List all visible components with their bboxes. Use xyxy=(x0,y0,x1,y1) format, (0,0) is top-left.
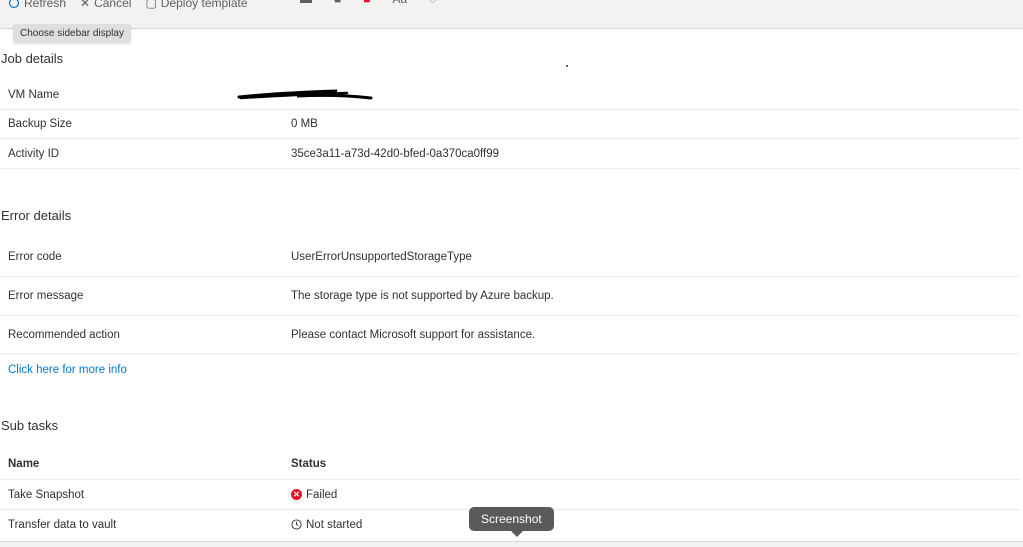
detail-key: Error code xyxy=(8,251,62,263)
stray-dot xyxy=(566,65,568,67)
border-color-icon[interactable]: ■ xyxy=(334,0,341,6)
detail-value: The storage type is not supported by Azu… xyxy=(291,290,554,302)
command-bar-buttons: Refresh ✕ Cancel ▢ Deploy template xyxy=(0,0,262,12)
task-status-label: Not started xyxy=(306,518,363,531)
deploy-template-button[interactable]: ▢ Deploy template xyxy=(145,0,247,10)
error-details-title: Error details xyxy=(1,208,72,223)
detail-row: Backup Size 0 MB xyxy=(0,110,1020,139)
sidebar-tooltip: Choose sidebar display xyxy=(13,24,131,43)
detail-row: Error code UserErrorUnsupportedStorageTy… xyxy=(0,238,1020,277)
bottom-edge xyxy=(0,541,1023,547)
detail-value: 35ce3a11-a73d-42d0-bfed-0a370ca0ff99 xyxy=(291,147,500,160)
comment-icon[interactable]: ◌ xyxy=(429,0,436,6)
command-bar: Refresh ✕ Cancel ▢ Deploy template ▬ ■ ■… xyxy=(0,0,1023,29)
detail-value: 0 MB xyxy=(291,118,318,130)
refresh-icon xyxy=(8,0,20,9)
fill-color-icon[interactable]: ■ xyxy=(363,0,370,6)
column-header-status[interactable]: Status xyxy=(291,458,326,470)
font-button[interactable]: Aa xyxy=(393,0,408,6)
detail-row: Activity ID 35ce3a11-a73d-42d0-bfed-0a37… xyxy=(0,139,1020,169)
detail-row: VM Name xyxy=(0,81,1020,110)
job-details-title: Job details xyxy=(1,51,64,66)
close-icon: ✕ xyxy=(80,0,91,10)
detail-row: Recommended action Please contact Micros… xyxy=(0,316,1020,354)
line-weight-icon[interactable]: ▬ xyxy=(300,0,312,6)
detail-key: Error message xyxy=(8,290,84,302)
task-status: Not started xyxy=(291,519,362,531)
table-row[interactable]: Take Snapshot ✕ Failed xyxy=(0,480,1020,510)
table-header-row: Name Status xyxy=(0,448,1020,480)
error-x-icon: ✕ xyxy=(291,489,302,500)
detail-value: Please contact Microsoft support for ass… xyxy=(291,328,536,341)
cancel-label: Cancel xyxy=(94,0,132,10)
detail-key: VM Name xyxy=(8,89,60,101)
screenshot-tooltip: Screenshot xyxy=(469,507,554,537)
sub-tasks-title: Sub tasks xyxy=(1,418,59,433)
template-icon: ▢ xyxy=(145,0,157,10)
clock-icon xyxy=(291,519,302,530)
column-header-name[interactable]: Name xyxy=(8,458,39,470)
task-name: Transfer data to vault xyxy=(8,518,117,531)
refresh-label: Refresh xyxy=(24,0,67,10)
detail-row: Error message The storage type is not su… xyxy=(0,277,1020,316)
refresh-button[interactable]: Refresh xyxy=(8,0,66,10)
task-status: ✕ Failed xyxy=(291,489,337,501)
task-name: Take Snapshot xyxy=(8,488,85,501)
more-info-link[interactable]: Click here for more info xyxy=(8,364,127,376)
cancel-button[interactable]: ✕ Cancel xyxy=(80,0,131,10)
redaction-scribble xyxy=(237,89,373,100)
detail-key: Activity ID xyxy=(8,147,60,160)
task-status-label: Failed xyxy=(306,488,338,501)
annotation-toolbar: ▬ ■ ■ Aa ◌ xyxy=(300,0,436,6)
deploy-label: Deploy template xyxy=(160,0,248,10)
detail-value: UserErrorUnsupportedStorageType xyxy=(291,251,472,263)
detail-key: Recommended action xyxy=(8,328,120,341)
detail-key: Backup Size xyxy=(8,118,72,130)
